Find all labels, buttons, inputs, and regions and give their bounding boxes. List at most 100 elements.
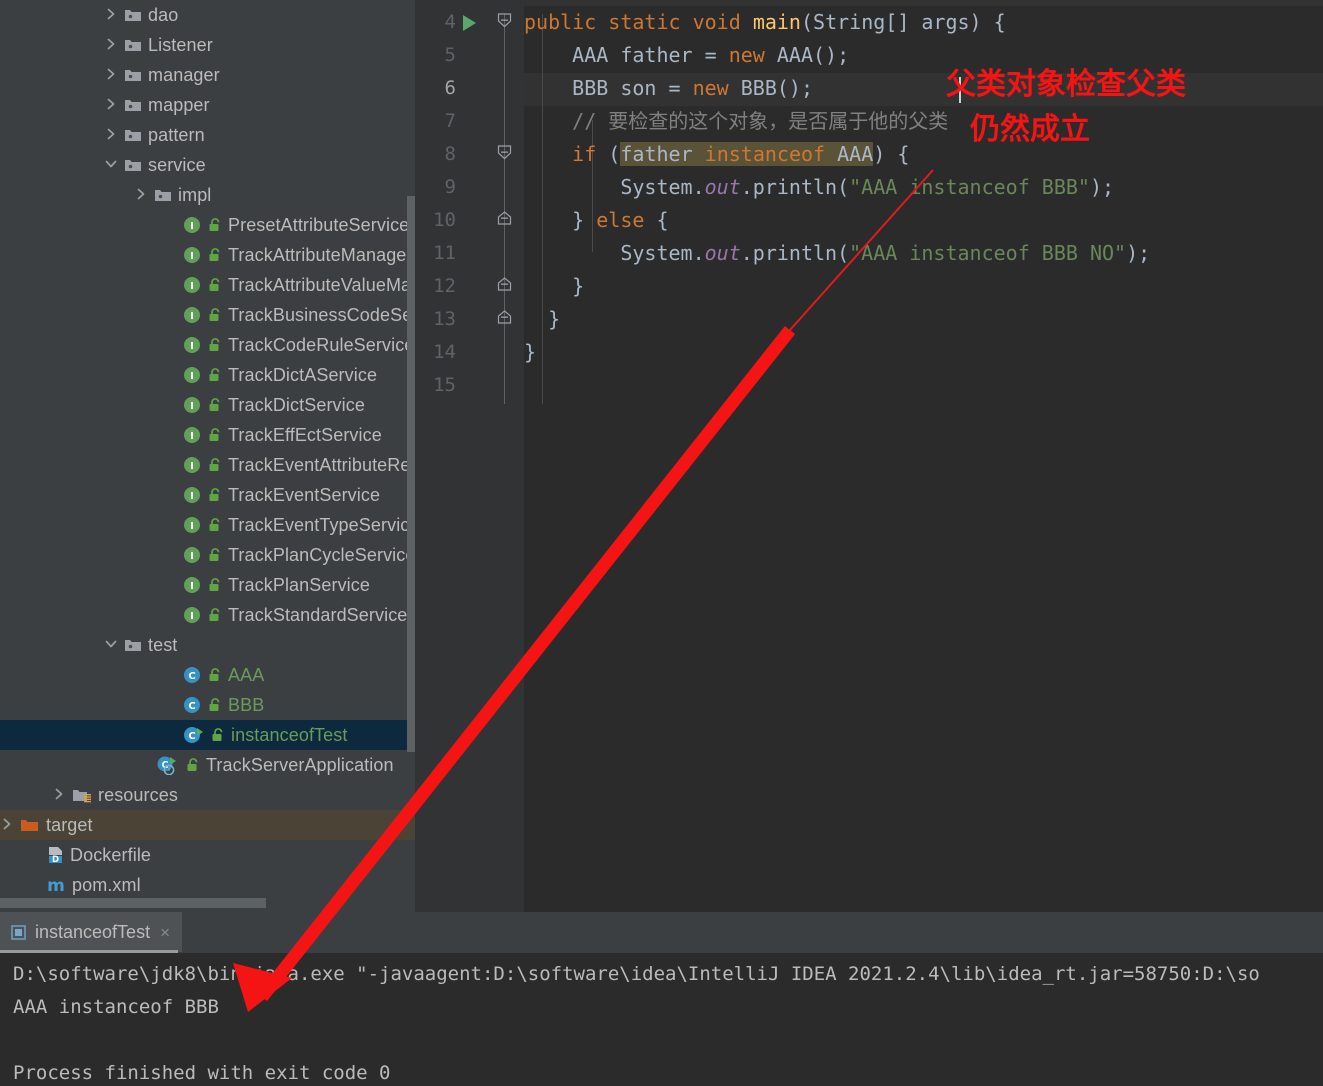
tree-item-trackdictaservice[interactable]: I TrackDictAService bbox=[0, 360, 415, 390]
code-line-10[interactable]: } else { bbox=[524, 204, 668, 237]
tree-item-trackdictservice[interactable]: I TrackDictService bbox=[0, 390, 415, 420]
fold-marker-line-8[interactable] bbox=[497, 145, 512, 160]
code-token: void bbox=[692, 10, 741, 34]
tree-item-dockerfile[interactable]: D Dockerfile bbox=[0, 840, 415, 870]
tree-item-trackattributemanagerservice[interactable]: I TrackAttributeManagerService bbox=[0, 240, 415, 270]
tree-item-trackeventattributerelservice[interactable]: I TrackEventAttributeRelService bbox=[0, 450, 415, 480]
code-line-14[interactable]: } bbox=[524, 336, 536, 369]
project-tree[interactable]: dao Listener manager mapper pattern service im… bbox=[0, 0, 415, 900]
chevron-down-icon[interactable] bbox=[104, 637, 120, 653]
public-lock-icon bbox=[207, 427, 222, 443]
code-line-9[interactable]: System.out.println("AAA instanceof BBB")… bbox=[524, 171, 1114, 204]
chevron-right-icon[interactable] bbox=[104, 67, 120, 83]
tree-item-impl[interactable]: impl bbox=[0, 180, 415, 210]
tree-item-aaa[interactable]: C AAA bbox=[0, 660, 415, 690]
code-token: BBB son = bbox=[524, 76, 693, 100]
public-lock-icon bbox=[207, 487, 222, 503]
tree-item-label: Listener bbox=[148, 34, 213, 55]
interface-icon: I bbox=[183, 486, 201, 504]
code-token: AAA(); bbox=[764, 43, 850, 67]
chevron-right-icon[interactable] bbox=[104, 97, 120, 113]
tree-item-bbb[interactable]: C BBB bbox=[0, 690, 415, 720]
chevron-right-icon[interactable] bbox=[104, 37, 120, 53]
code-token: } bbox=[524, 274, 585, 298]
tree-item-trackplancycleservice[interactable]: I TrackPlanCycleService bbox=[0, 540, 415, 570]
svg-text:C: C bbox=[188, 671, 195, 682]
svg-text:I: I bbox=[190, 251, 194, 262]
project-tree-panel[interactable]: dao Listener manager mapper pattern service im… bbox=[0, 0, 415, 912]
code-token: new bbox=[692, 76, 729, 100]
maven-file-icon: m bbox=[46, 876, 66, 894]
interface-icon: I bbox=[183, 276, 201, 294]
code-line-6[interactable]: BBB son = new BBB(); bbox=[524, 72, 813, 105]
run-tool-window[interactable]: instanceofTest × D:\software\jdk8\bin\ja… bbox=[0, 912, 1323, 1086]
line-number-13: 13 bbox=[433, 308, 456, 330]
close-icon[interactable]: × bbox=[160, 924, 170, 941]
tree-item-pattern[interactable]: pattern bbox=[0, 120, 415, 150]
tree-item-presetattributeservice[interactable]: I PresetAttributeService bbox=[0, 210, 415, 240]
chevron-right-icon[interactable] bbox=[0, 817, 16, 833]
run-gutter-icon[interactable] bbox=[463, 15, 476, 31]
chevron-down-icon[interactable] bbox=[104, 157, 120, 173]
tree-item-trackcoderuleservice[interactable]: I TrackCodeRuleService bbox=[0, 330, 415, 360]
code-token: "AAA instanceof BBB" bbox=[849, 175, 1090, 199]
code-token: public bbox=[524, 10, 597, 34]
code-editor[interactable]: 4 5 6 7 8 9 10 11 12 13 14 15 public static void ma… bbox=[415, 0, 1323, 912]
code-line-4[interactable]: public static void main(String[] args) { bbox=[524, 6, 1006, 39]
interface-icon: I bbox=[183, 606, 201, 624]
tree-item-label: TrackEffEctService bbox=[228, 424, 382, 445]
tree-item-trackeffectservice[interactable]: I TrackEffEctService bbox=[0, 420, 415, 450]
code-line-13[interactable]: } bbox=[524, 303, 560, 336]
run-tab-bar[interactable]: instanceofTest × bbox=[0, 912, 1323, 953]
tree-item-trackstandardservice[interactable]: I TrackStandardService bbox=[0, 600, 415, 630]
fold-marker-line-4[interactable] bbox=[497, 13, 512, 28]
run-tab-label: instanceofTest bbox=[35, 921, 151, 942]
svg-text:I: I bbox=[190, 221, 194, 232]
tree-item-trackeventservice[interactable]: I TrackEventService bbox=[0, 480, 415, 510]
code-line-5[interactable]: AAA father = new AAA(); bbox=[524, 39, 849, 72]
tree-item-trackattributevaluemanagerservice[interactable]: I TrackAttributeValueManagerService bbox=[0, 270, 415, 300]
chevron-right-icon[interactable] bbox=[134, 187, 150, 203]
tree-item-target[interactable]: target bbox=[0, 810, 415, 840]
tree-item-manager[interactable]: manager bbox=[0, 60, 415, 90]
code-line-11[interactable]: System.out.println("AAA instanceof BBB N… bbox=[524, 237, 1150, 270]
tree-item-pom-xml[interactable]: m pom.xml bbox=[0, 870, 415, 900]
tree-item-service[interactable]: service bbox=[0, 150, 415, 180]
tree-item-dao[interactable]: dao bbox=[0, 0, 415, 30]
tree-item-listener[interactable]: Listener bbox=[0, 30, 415, 60]
code-line-7[interactable]: // 要检查的这个对象，是否属于他的父类 bbox=[524, 105, 948, 138]
svg-text:I: I bbox=[190, 461, 194, 472]
public-lock-icon bbox=[207, 277, 222, 293]
console-line: AAA instanceof BBB bbox=[13, 996, 219, 1018]
chevron-right-icon[interactable] bbox=[104, 7, 120, 23]
fold-marker-line-13[interactable] bbox=[497, 310, 512, 325]
tree-item-mapper[interactable]: mapper bbox=[0, 90, 415, 120]
tree-item-trackplanservice[interactable]: I TrackPlanService bbox=[0, 570, 415, 600]
chevron-right-icon[interactable] bbox=[104, 127, 120, 143]
tree-item-trackeventtypeservice[interactable]: I TrackEventTypeService bbox=[0, 510, 415, 540]
public-lock-icon bbox=[207, 247, 222, 263]
tree-item-trackserverapplication[interactable]: C TrackServerApplication bbox=[0, 750, 415, 780]
code-line-8[interactable]: if (father instanceof AAA) { bbox=[524, 138, 909, 171]
editor-code-area[interactable]: public static void main(String[] args) {… bbox=[524, 0, 1323, 912]
tree-item-test[interactable]: test bbox=[0, 630, 415, 660]
chevron-right-icon[interactable] bbox=[52, 787, 68, 803]
interface-icon: I bbox=[183, 336, 201, 354]
sidebar-horizontal-scrollbar[interactable] bbox=[0, 898, 266, 908]
fold-marker-line-12[interactable] bbox=[497, 277, 512, 292]
line-number-14: 14 bbox=[433, 341, 456, 363]
tree-item-label: dao bbox=[148, 4, 179, 25]
editor-gutter[interactable]: 4 5 6 7 8 9 10 11 12 13 14 15 bbox=[415, 0, 524, 912]
tree-item-trackbusinesscodeservice[interactable]: I TrackBusinessCodeService bbox=[0, 300, 415, 330]
tree-item-instanceoftest[interactable]: CinstanceofTest bbox=[0, 720, 415, 750]
fold-marker-line-10[interactable] bbox=[497, 211, 512, 226]
tree-item-resources[interactable]: resources bbox=[0, 780, 415, 810]
spring-boot-class-icon: C bbox=[157, 756, 179, 775]
code-line-12[interactable]: } bbox=[524, 270, 584, 303]
console-output[interactable]: D:\software\jdk8\bin\java.exe "-javaagen… bbox=[0, 953, 1323, 1086]
line-number-10: 10 bbox=[433, 209, 456, 231]
sidebar-vertical-scrollbar[interactable] bbox=[407, 196, 415, 752]
run-tab-instanceoftest[interactable]: instanceofTest × bbox=[0, 912, 183, 952]
